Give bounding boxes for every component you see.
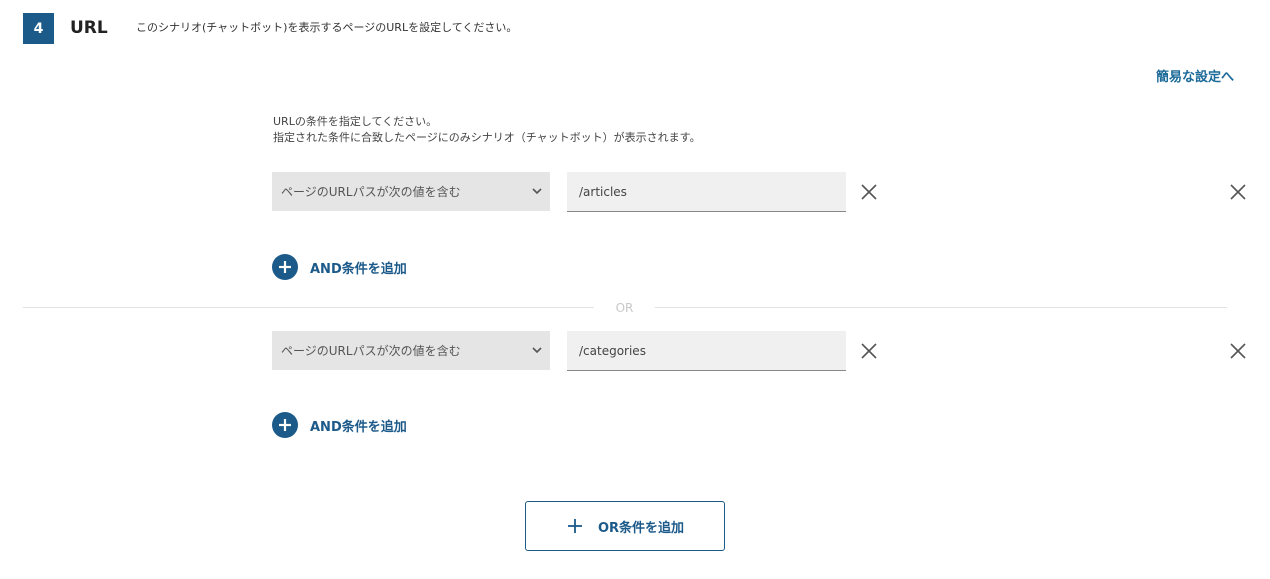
step-number-badge: 4 bbox=[23, 13, 54, 44]
plus-icon bbox=[272, 412, 298, 438]
or-separator: OR bbox=[23, 299, 1227, 317]
add-and-condition-button[interactable]: AND条件を追加 bbox=[272, 412, 407, 438]
add-or-condition-button[interactable]: OR条件を追加 bbox=[525, 501, 725, 551]
condition-value-input[interactable]: /articles bbox=[567, 172, 846, 212]
close-icon[interactable] bbox=[858, 181, 880, 203]
condition-operator-value: ページのURLパスが次の値を含む bbox=[281, 185, 461, 199]
condition-operator-value: ページのURLパスが次の値を含む bbox=[281, 344, 461, 358]
add-or-condition-label: OR条件を追加 bbox=[597, 520, 685, 536]
section-title: URL bbox=[70, 18, 108, 38]
chevron-down-icon bbox=[532, 347, 542, 354]
condition-value-input[interactable]: /categories bbox=[567, 331, 846, 371]
add-and-condition-label: AND条件を追加 bbox=[310, 261, 407, 277]
plus-icon bbox=[272, 254, 298, 280]
add-and-condition-button[interactable]: AND条件を追加 bbox=[272, 254, 407, 280]
condition-operator-select[interactable]: ページのURLパスが次の値を含む bbox=[272, 172, 550, 211]
condition-operator-select[interactable]: ページのURLパスが次の値を含む bbox=[272, 331, 550, 370]
section-description: このシナリオ(チャットボット)を表示するページのURLを設定してください。 bbox=[136, 21, 518, 34]
divider-line bbox=[23, 307, 594, 308]
condition-row: ページのURLパスが次の値を含む /categories bbox=[272, 331, 1247, 371]
divider-line bbox=[655, 307, 1227, 308]
condition-row: ページのURLパスが次の値を含む /articles bbox=[272, 172, 1247, 212]
instructions-line-1: URLの条件を指定してください。 bbox=[273, 115, 438, 128]
instructions-line-2: 指定された条件に合致したページにのみシナリオ（チャットボット）が表示されます。 bbox=[273, 131, 701, 144]
add-and-condition-label: AND条件を追加 bbox=[310, 419, 407, 435]
close-icon[interactable] bbox=[1227, 340, 1249, 362]
close-icon[interactable] bbox=[858, 340, 880, 362]
simple-settings-link[interactable]: 簡易な設定へ bbox=[1156, 66, 1234, 85]
chevron-down-icon bbox=[532, 188, 542, 195]
url-instructions: URLの条件を指定してください。 指定された条件に合致したページにのみシナリオ（… bbox=[273, 114, 701, 146]
close-icon[interactable] bbox=[1227, 181, 1249, 203]
or-separator-label: OR bbox=[615, 301, 634, 315]
plus-icon bbox=[567, 519, 582, 533]
